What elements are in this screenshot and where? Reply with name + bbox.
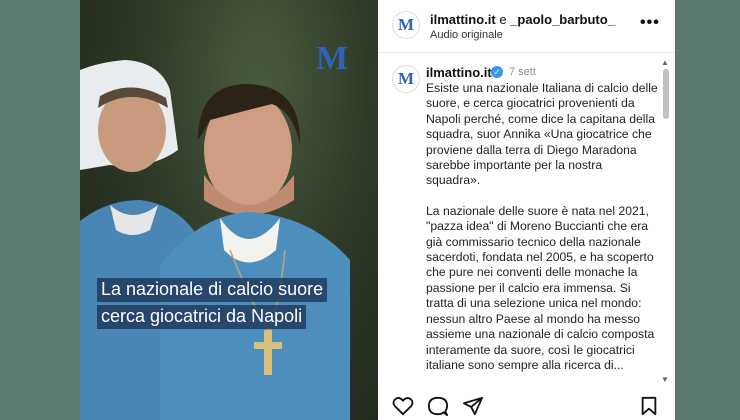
- scrollbar-thumb[interactable]: [663, 69, 669, 119]
- comment-icon[interactable]: [427, 396, 449, 416]
- backdrop-left: [0, 0, 80, 420]
- header-accounts: ilmattino.it e _paolo_barbuto_: [430, 12, 615, 27]
- caption-author-link[interactable]: ilmattino.it: [426, 65, 492, 80]
- connector-text: e: [495, 12, 511, 27]
- backdrop-right: [675, 0, 740, 420]
- scroll-down-arrow-icon[interactable]: ▼: [661, 375, 669, 384]
- post-media[interactable]: M La nazionale di calcio suore cerca gio…: [80, 0, 378, 420]
- post-caption-text: Esiste una nazionale Italiana di calcio …: [426, 81, 658, 373]
- caption-line-1: La nazionale di calcio suore: [97, 278, 328, 302]
- scroll-up-arrow-icon[interactable]: ▲: [661, 58, 669, 67]
- caption-line-2: cerca giocatrici da Napoli: [97, 305, 307, 329]
- watermark-logo: M: [316, 40, 349, 77]
- post-header: M ilmattino.it e _paolo_barbuto_ Audio o…: [378, 0, 675, 53]
- comments-area[interactable]: M ilmattino.it ✓ 7 sett Esiste una nazio…: [378, 53, 675, 390]
- post-action-bar: [378, 390, 675, 420]
- audio-link[interactable]: Audio originale: [430, 29, 503, 41]
- more-options-icon[interactable]: •••: [640, 14, 660, 32]
- coauthor-name-link[interactable]: _paolo_barbuto_: [510, 12, 615, 27]
- caption-paragraph-2: La nazionale delle suore è nata nel 2021…: [426, 203, 655, 372]
- video-caption: La nazionale di calcio suore cerca gioca…: [97, 278, 328, 332]
- caption-author-avatar[interactable]: M: [392, 65, 420, 93]
- verified-badge-icon: ✓: [491, 66, 503, 78]
- save-icon[interactable]: [640, 396, 658, 416]
- post-side-panel: M ilmattino.it e _paolo_barbuto_ Audio o…: [378, 0, 675, 420]
- account-avatar[interactable]: M: [392, 11, 420, 39]
- like-icon[interactable]: [392, 396, 414, 416]
- share-icon[interactable]: [462, 396, 484, 416]
- post-timestamp[interactable]: 7 sett: [509, 66, 536, 78]
- account-name-link[interactable]: ilmattino.it: [430, 12, 496, 27]
- caption-paragraph-1: Esiste una nazionale Italiana di calcio …: [426, 81, 658, 188]
